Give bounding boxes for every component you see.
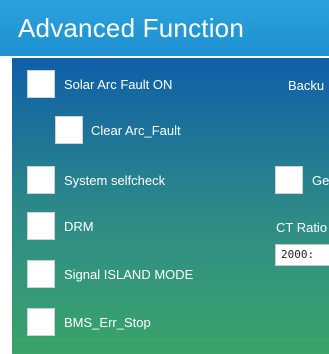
signal-island-mode-checkbox[interactable] [27, 260, 55, 288]
header-bar: Advanced Function [0, 0, 329, 58]
signal-island-mode-label: Signal ISLAND MODE [64, 267, 194, 282]
advanced-function-screen: Advanced Function Solar Arc Fault ON Cle… [0, 0, 329, 354]
settings-panel [12, 58, 329, 354]
backup-label: Backu [288, 78, 325, 93]
clear-arc-fault-checkbox[interactable] [55, 116, 83, 144]
drm-label: DRM [64, 219, 94, 234]
ct-ratio-label: CT Ratio [276, 220, 328, 235]
bms-err-stop-label: BMS_Err_Stop [64, 315, 151, 330]
drm-checkbox[interactable] [27, 212, 55, 240]
system-selfcheck-checkbox[interactable] [27, 166, 55, 194]
page-title: Advanced Function [18, 13, 244, 43]
bms-err-stop-checkbox[interactable] [27, 308, 55, 336]
solar-arc-fault-checkbox[interactable] [27, 70, 55, 98]
ge-label: Ge [312, 173, 329, 188]
system-selfcheck-label: System selfcheck [64, 173, 166, 188]
solar-arc-fault-label: Solar Arc Fault ON [64, 77, 173, 92]
ge-checkbox[interactable] [275, 166, 303, 194]
clear-arc-fault-label: Clear Arc_Fault [91, 123, 181, 138]
ct-ratio-input[interactable]: 2000: [275, 244, 329, 266]
